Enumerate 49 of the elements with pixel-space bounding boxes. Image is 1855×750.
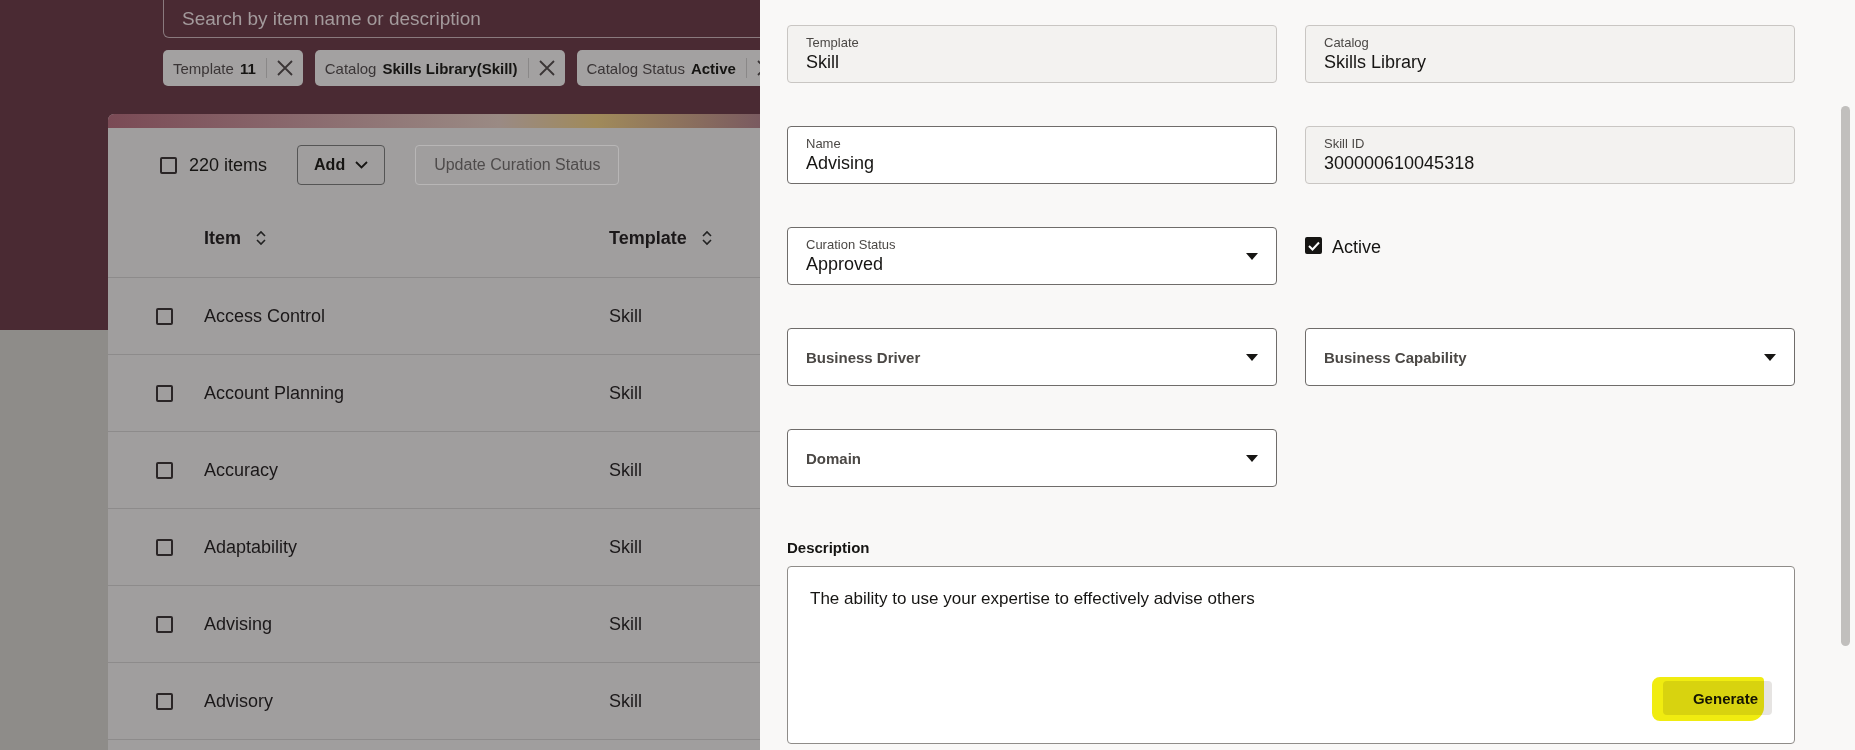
dropdown-caret-icon [1764, 353, 1776, 361]
column-header[interactable]: Template [609, 227, 687, 249]
item-count: 220 items [189, 154, 268, 176]
column-header[interactable]: Item [204, 227, 241, 249]
checkbox[interactable] [1305, 237, 1322, 254]
item-name: Accuracy [204, 459, 280, 481]
readonly-field[interactable]: Skill ID 300000610045318 [1305, 126, 1795, 184]
row-checkbox[interactable] [156, 307, 173, 325]
dropdown-field[interactable]: Business Driver [787, 328, 1277, 386]
add-button[interactable]: Add [297, 145, 386, 185]
row-checkbox[interactable] [156, 692, 173, 710]
item-name: Access Control [204, 305, 327, 327]
template-cell-text: Skill [609, 305, 643, 327]
template-cell-text: Skill [609, 613, 643, 635]
sort-icon[interactable] [700, 230, 713, 246]
dropdown-caret-icon [1246, 454, 1258, 462]
dropdown-caret-icon [1246, 252, 1258, 260]
row-checkbox[interactable] [156, 538, 173, 556]
item-name: Adaptability [204, 536, 299, 558]
filter-chip[interactable]: Template 11 [163, 50, 303, 86]
template-cell-text: Skill [609, 536, 643, 558]
select-all-checkbox[interactable] [160, 156, 177, 174]
description-field[interactable]: The ability to use your expertise to effectively advise others Generate [787, 566, 1795, 744]
description-label: Description [787, 539, 871, 556]
readonly-field[interactable]: Catalog Skills Library [1305, 25, 1795, 83]
search-field[interactable]: Search by item name or description [163, 0, 760, 38]
item-name: Advising [204, 613, 274, 635]
close-icon[interactable] [538, 60, 555, 76]
template-cell-text: Skill [609, 382, 643, 404]
checkbox-label: Active [1332, 237, 1382, 258]
template-cell-text: Skill [609, 459, 643, 481]
row-checkbox[interactable] [156, 461, 173, 479]
item-name: Account Planning [204, 382, 346, 404]
chevron-down-icon [355, 161, 369, 169]
row-checkbox[interactable] [156, 384, 173, 402]
filter-chip[interactable]: Catalog Skills Library(Skill) [314, 50, 565, 86]
dropdown-caret-icon [1246, 353, 1258, 361]
dropdown-field[interactable]: Curation Status Approved [787, 227, 1277, 285]
row-checkbox[interactable] [156, 615, 173, 633]
filter-chip[interactable]: Catalog Status Active [576, 50, 760, 86]
generate-button[interactable]: Generate [1662, 681, 1772, 715]
text-field[interactable]: Name Advising [787, 126, 1277, 184]
readonly-field[interactable]: Template Skill [787, 25, 1277, 83]
dropdown-field[interactable]: Business Capability [1305, 328, 1795, 386]
close-icon[interactable] [276, 60, 293, 76]
dropdown-field[interactable]: Domain [787, 429, 1277, 487]
item-name: Advisory [204, 690, 275, 712]
template-cell-text: Skill [609, 690, 643, 712]
sort-icon[interactable] [255, 230, 267, 246]
